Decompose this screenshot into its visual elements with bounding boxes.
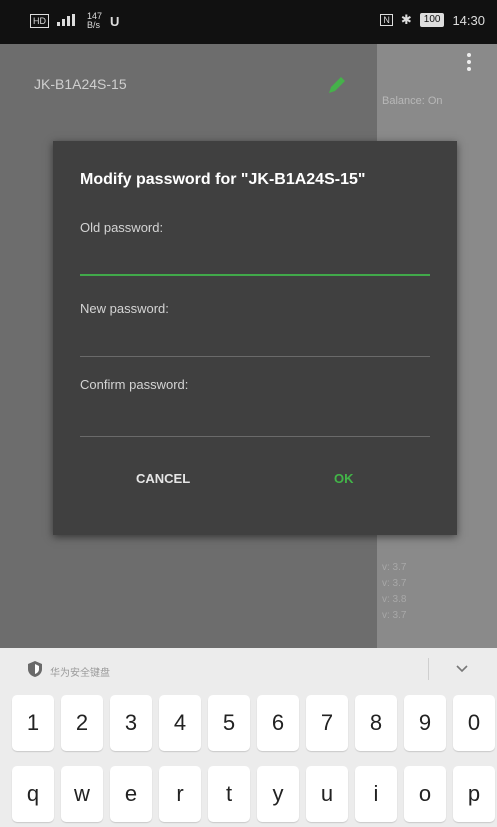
keyboard-toolbar: 华为安全键盘 bbox=[0, 648, 497, 690]
signal-icon bbox=[57, 13, 79, 29]
key-u[interactable]: u bbox=[306, 766, 348, 822]
divider bbox=[428, 658, 429, 680]
old-password-input[interactable] bbox=[80, 245, 430, 273]
edit-pencil-icon[interactable] bbox=[326, 74, 348, 101]
battery-icon: 100 bbox=[419, 13, 445, 27]
confirm-password-underline bbox=[80, 436, 430, 437]
key-p[interactable]: p bbox=[453, 766, 495, 822]
key-5[interactable]: 5 bbox=[208, 695, 250, 751]
old-password-label: Old password: bbox=[80, 220, 164, 235]
cell-voltage-list: v: 3.7 v: 3.7 v: 3.8 v: 3.7 bbox=[382, 560, 406, 624]
confirm-password-input[interactable] bbox=[80, 407, 430, 435]
new-password-label: New password: bbox=[80, 301, 169, 316]
key-9[interactable]: 9 bbox=[404, 695, 446, 751]
confirm-password-label: Confirm password: bbox=[80, 377, 189, 392]
secure-keyboard-label: 华为安全键盘 bbox=[50, 668, 110, 679]
more-options-icon[interactable] bbox=[463, 50, 475, 78]
key-q[interactable]: q bbox=[12, 766, 54, 822]
dialog-title: Modify password for "JK-B1A24S-15" bbox=[80, 171, 366, 188]
nfc-icon: N bbox=[380, 14, 393, 26]
bluetooth-icon: ✱ bbox=[400, 12, 412, 27]
sim-icon: HD bbox=[30, 14, 49, 28]
key-e[interactable]: e bbox=[110, 766, 152, 822]
cell-voltage: v: 3.7 bbox=[382, 578, 407, 589]
network-speed: 147 B/s bbox=[87, 12, 102, 30]
cell-voltage: v: 3.7 bbox=[382, 610, 407, 621]
key-6[interactable]: 6 bbox=[257, 695, 299, 751]
key-r[interactable]: r bbox=[159, 766, 201, 822]
balance-status: Balance: On bbox=[382, 95, 443, 107]
cell-voltage: v: 3.8 bbox=[382, 594, 407, 605]
modify-password-dialog: Modify password for "JK-B1A24S-15" Old p… bbox=[53, 141, 457, 535]
key-o[interactable]: o bbox=[404, 766, 446, 822]
status-bar: HD 147 B/s U N ✱ 100 14:30 bbox=[0, 0, 497, 44]
clock: 14:30 bbox=[452, 12, 485, 28]
net-speed-unit: B/s bbox=[87, 20, 101, 30]
soft-keyboard: 1 2 3 4 5 6 7 8 9 0 q w e r t y u i o p bbox=[0, 690, 497, 827]
key-7[interactable]: 7 bbox=[306, 695, 348, 751]
key-4[interactable]: 4 bbox=[159, 695, 201, 751]
app-notification-icon: U bbox=[110, 13, 120, 29]
key-2[interactable]: 2 bbox=[61, 695, 103, 751]
ok-button[interactable]: OK bbox=[334, 471, 354, 486]
key-t[interactable]: t bbox=[208, 766, 250, 822]
cancel-button[interactable]: CANCEL bbox=[136, 471, 190, 486]
key-y[interactable]: y bbox=[257, 766, 299, 822]
key-i[interactable]: i bbox=[355, 766, 397, 822]
shield-icon bbox=[27, 660, 43, 683]
key-3[interactable]: 3 bbox=[110, 695, 152, 751]
old-password-underline bbox=[80, 274, 430, 276]
key-1[interactable]: 1 bbox=[12, 695, 54, 751]
key-w[interactable]: w bbox=[61, 766, 103, 822]
chevron-down-icon[interactable] bbox=[454, 660, 470, 681]
key-8[interactable]: 8 bbox=[355, 695, 397, 751]
new-password-underline bbox=[80, 356, 430, 357]
cell-voltage: v: 3.7 bbox=[382, 562, 407, 573]
device-name: JK-B1A24S-15 bbox=[34, 76, 127, 92]
new-password-input[interactable] bbox=[80, 327, 430, 355]
key-0[interactable]: 0 bbox=[453, 695, 495, 751]
